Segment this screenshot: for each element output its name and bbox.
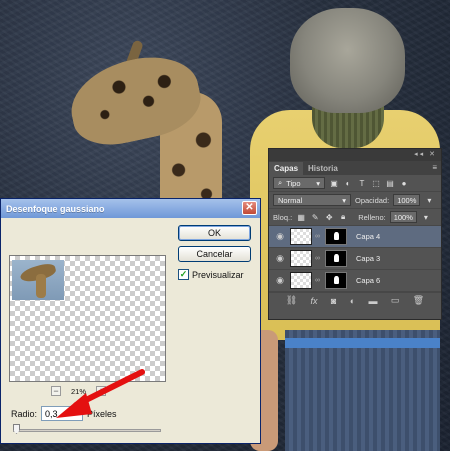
kind-filter-value: Tipo <box>286 178 301 188</box>
layer-name: Capa 4 <box>356 232 381 241</box>
layers-panel: ◂◂ ✕ Capas Historia ≡ ⌕ Tipo ▾ ▣ ◐ T ⬚ ▤… <box>268 148 442 320</box>
layer-name: Capa 3 <box>356 254 381 263</box>
type-filter-icon[interactable]: T <box>357 178 367 188</box>
lock-row: Bloq.: ▦ ✎ ✥ 🔒︎ Relleno: 100% ▾ <box>269 209 441 226</box>
zoom-controls: − 21% + <box>51 385 131 397</box>
preview-image <box>12 260 64 300</box>
layer-thumbnail <box>290 228 312 245</box>
link-icon[interactable]: ⛓ <box>286 295 297 306</box>
chevron-down-icon: ▾ <box>316 178 320 188</box>
tab-historia[interactable]: Historia <box>303 162 343 175</box>
preview-toggle[interactable]: ✓ Previsualizar <box>178 269 244 280</box>
panel-menu-icon[interactable]: ≡ <box>432 163 437 172</box>
fx-icon[interactable]: fx <box>311 296 318 306</box>
tab-capas[interactable]: Capas <box>269 162 304 175</box>
layer-name: Capa 6 <box>356 276 381 285</box>
preview-label: Previsualizar <box>192 269 244 280</box>
fill-field[interactable]: 100% <box>389 211 417 223</box>
lock-move-icon[interactable]: ✥ <box>324 212 334 222</box>
chain-link-icon[interactable]: ∞ <box>315 233 322 240</box>
zoom-value: 21% <box>71 386 87 396</box>
adjustment-filter-icon[interactable]: ◐ <box>343 178 353 188</box>
chevron-down-icon[interactable]: ▾ <box>424 195 434 205</box>
zoom-out-button[interactable]: − <box>51 386 61 396</box>
layer-mask-thumbnail[interactable] <box>325 272 347 289</box>
preview-checkbox[interactable]: ✓ <box>178 269 189 280</box>
new-layer-icon[interactable]: ▭ <box>391 295 400 306</box>
group-icon[interactable]: ▬ <box>369 296 378 306</box>
trash-icon[interactable]: 🗑︎ <box>413 295 424 306</box>
lock-paint-icon[interactable]: ✎ <box>310 212 320 222</box>
layer-row[interactable]: ◉ ∞ Capa 3 <box>269 248 441 270</box>
fill-label: Relleno: <box>358 212 386 222</box>
opacity-label: Opacidad: <box>355 195 390 205</box>
smart-object-filter-icon[interactable]: ▤ <box>385 178 395 188</box>
eye-icon[interactable]: ◉ <box>273 275 287 286</box>
blue-belt <box>285 338 440 348</box>
gaussian-blur-dialog: Desenfoque gaussiano ✕ OK Cancelar ✓ Pre… <box>0 198 261 444</box>
close-icon[interactable]: ✕ <box>242 201 257 215</box>
cancel-button[interactable]: Cancelar <box>178 246 251 262</box>
layer-mask-thumbnail[interactable] <box>325 250 347 267</box>
chevron-down-icon: ▾ <box>342 195 346 205</box>
eye-icon[interactable]: ◉ <box>273 253 287 264</box>
radius-label: Radio: <box>11 408 38 419</box>
eye-icon[interactable]: ◉ <box>273 231 287 242</box>
filter-row: ⌕ Tipo ▾ ▣ ◐ T ⬚ ▤ ● <box>269 175 441 192</box>
lock-label: Bloq.: <box>273 212 293 222</box>
shape-filter-icon[interactable]: ⬚ <box>371 178 381 188</box>
radius-unit: Píxeles <box>87 408 117 419</box>
panel-footer: ⛓ fx ◙ ◐ ▬ ▭ 🗑︎ <box>269 292 441 308</box>
chevron-down-icon[interactable]: ▾ <box>421 212 431 222</box>
mask-icon[interactable]: ◙ <box>331 296 336 306</box>
panel-topbar: ◂◂ ✕ <box>269 149 441 161</box>
collapse-icon[interactable]: ◂◂ ✕ <box>414 150 437 158</box>
blend-mode-select[interactable]: Normal ▾ <box>273 194 351 206</box>
chain-link-icon[interactable]: ∞ <box>315 277 322 284</box>
ok-button[interactable]: OK <box>178 225 251 241</box>
panel-tabs: Capas Historia ≡ <box>269 161 441 175</box>
adjustment-icon[interactable]: ◐ <box>350 296 355 306</box>
turtle-head <box>290 8 405 113</box>
layer-thumbnail <box>290 250 312 267</box>
pixel-filter-icon[interactable]: ▣ <box>329 178 339 188</box>
layer-row[interactable]: ◉ ∞ Capa 6 <box>269 270 441 292</box>
dialog-title: Desenfoque gaussiano <box>1 199 260 218</box>
layer-row[interactable]: ◉ ∞ Capa 4 <box>269 226 441 248</box>
filter-toggle-icon[interactable]: ● <box>399 178 409 188</box>
jeans <box>285 330 440 451</box>
search-icon: ⌕ <box>278 178 283 187</box>
radius-slider-thumb[interactable] <box>13 424 20 434</box>
radius-slider-track[interactable] <box>13 429 161 432</box>
radius-input[interactable] <box>41 406 84 421</box>
opacity-field[interactable]: 100% <box>393 194 421 206</box>
blur-preview[interactable] <box>9 255 166 382</box>
blend-mode-value: Normal <box>278 195 303 205</box>
layer-mask-thumbnail[interactable] <box>325 228 347 245</box>
kind-filter-select[interactable]: ⌕ Tipo ▾ <box>273 177 325 189</box>
blend-row: Normal ▾ Opacidad: 100% ▾ <box>269 192 441 209</box>
radius-row: Radio: Píxeles <box>11 406 117 421</box>
zoom-in-button[interactable]: + <box>96 386 107 396</box>
lock-transparent-icon[interactable]: ▦ <box>296 212 306 222</box>
lock-all-icon[interactable]: 🔒︎ <box>338 212 348 222</box>
chain-link-icon[interactable]: ∞ <box>315 255 322 262</box>
layer-thumbnail <box>290 272 312 289</box>
